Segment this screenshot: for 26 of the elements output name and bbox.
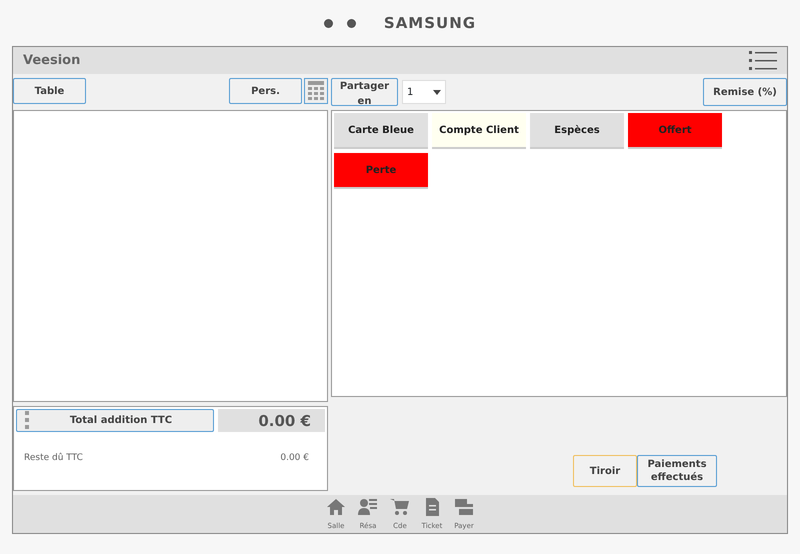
cart-icon	[390, 497, 410, 517]
payment-method-button[interactable]: Compte Client	[432, 113, 526, 149]
camera-dot	[346, 18, 356, 28]
menu-icon[interactable]	[749, 50, 777, 72]
home-icon	[326, 497, 346, 517]
payment-method-button[interactable]: Offert	[628, 113, 722, 149]
window-title: Veesion	[23, 52, 80, 70]
split-button[interactable]: Partager en	[331, 78, 398, 106]
drawer-button[interactable]: Tiroir	[573, 455, 637, 487]
camera-dot	[324, 18, 333, 28]
discount-button[interactable]: Remise (%)	[703, 78, 787, 106]
brand-logo: SAMSUNG	[384, 12, 476, 34]
split-count-dropdown[interactable]: 1	[402, 80, 446, 104]
caret-icon	[433, 90, 441, 94]
payment-method-button[interactable]: Perte	[334, 153, 428, 189]
payment-method-button[interactable]: Carte Bleue	[334, 113, 428, 149]
persons-button[interactable]: Pers.	[229, 78, 302, 104]
total-button[interactable]: Total addition TTC	[16, 409, 214, 432]
total-amount: 0.00 €	[218, 409, 325, 432]
drag-handle-icon	[25, 411, 29, 430]
person-list-icon	[358, 497, 378, 517]
table-button[interactable]: Table	[13, 78, 86, 104]
remaining-amount: 0.00 €	[280, 452, 309, 465]
payments-button[interactable]: Paiements effectués	[637, 455, 717, 487]
payment-method-button[interactable]: Espèces	[530, 113, 624, 149]
remaining-label: Reste dû TTC	[24, 452, 83, 465]
